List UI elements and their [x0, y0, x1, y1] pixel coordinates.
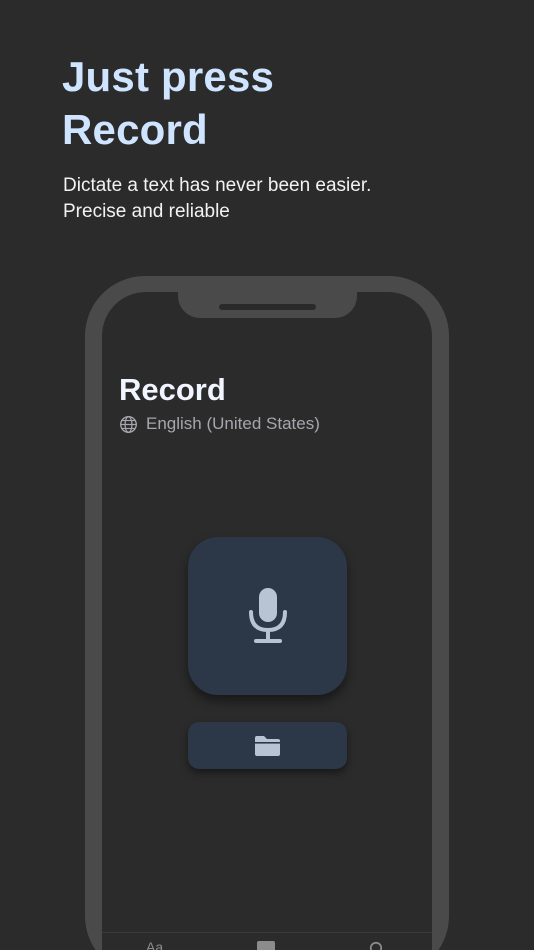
- microphone-icon: [248, 588, 287, 643]
- phone-frame: Record English (United States) Aa: [85, 276, 449, 950]
- headline: Just press Record: [62, 50, 274, 156]
- subtitle: Dictate a text has never been easier. Pr…: [63, 173, 371, 225]
- subtitle-line-1: Dictate a text has never been easier.: [63, 175, 372, 196]
- tab-text-icon[interactable]: Aa: [146, 939, 163, 950]
- tab-bar: Aa: [102, 932, 432, 950]
- phone-screen: Record English (United States) Aa: [102, 292, 432, 950]
- globe-icon: [120, 415, 137, 433]
- language-label: English (United States): [146, 414, 320, 433]
- headline-line-1: Just press: [62, 53, 275, 100]
- phone-speaker: [219, 304, 316, 310]
- tab-documents-icon[interactable]: [257, 941, 275, 950]
- folder-icon: [255, 735, 280, 756]
- promo-page: Just press Record Dictate a text has nev…: [0, 0, 534, 950]
- record-button[interactable]: [188, 537, 347, 695]
- page-title: Record: [119, 372, 226, 407]
- files-button[interactable]: [188, 722, 347, 769]
- subtitle-line-2: Precise and reliable: [63, 201, 230, 222]
- tab-settings-icon[interactable]: [368, 941, 384, 950]
- phone-notch: [178, 292, 357, 318]
- language-selector[interactable]: English (United States): [119, 414, 320, 434]
- headline-line-2: Record: [62, 106, 208, 153]
